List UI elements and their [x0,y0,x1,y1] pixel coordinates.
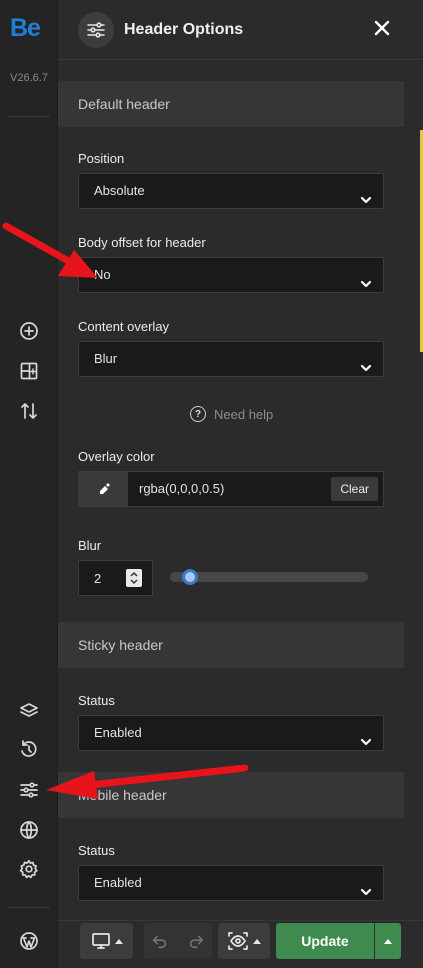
mobile-status-label: Status [78,843,115,858]
undo-icon[interactable] [151,932,169,950]
position-select[interactable]: Absolute [78,173,384,209]
chevron-down-icon [360,353,372,372]
body-offset-value: No [94,267,111,282]
content-overlay-select[interactable]: Blur [78,341,384,377]
caret-up-icon [384,938,392,944]
chevron-down-icon [360,185,372,204]
section-mobile-header[interactable]: Mobile header [58,772,404,818]
color-picker-icon[interactable] [79,472,128,506]
slider-handle[interactable] [181,569,198,585]
content-overlay-value: Blur [94,351,118,366]
blur-number-input[interactable]: 2 [78,560,153,596]
caret-up-icon [253,938,261,944]
need-help-link[interactable]: ? Need help [190,406,273,422]
sticky-status-select[interactable]: Enabled [78,715,384,751]
sliders-icon[interactable] [17,778,41,802]
content-overlay-label: Content overlay [78,319,170,334]
plus-circle-icon[interactable] [17,319,41,343]
sort-arrows-icon[interactable] [17,399,41,423]
position-value: Absolute [94,183,145,198]
overlay-color-value[interactable]: rgba(0,0,0,0.5) [139,481,224,496]
sticky-status-value: Enabled [94,725,142,740]
clear-button[interactable]: Clear [331,477,378,501]
chevron-down-icon [360,877,372,896]
overlay-color-field[interactable]: rgba(0,0,0,0.5) Clear [78,471,384,507]
section-default-header[interactable]: Default header [58,81,404,127]
device-preview-button[interactable] [80,923,133,959]
page-title: Header Options [124,21,244,38]
layers-icon[interactable] [17,699,41,723]
close-icon[interactable] [373,19,393,39]
mobile-status-select[interactable]: Enabled [78,865,384,901]
question-icon: ? [190,406,206,422]
update-options-button[interactable] [375,923,401,959]
layout-add-icon[interactable] [17,359,41,383]
rail-divider [8,907,50,908]
wordpress-icon[interactable] [17,929,41,953]
overlay-color-label: Overlay color [78,449,155,464]
position-label: Position [78,151,125,166]
spinner-icon[interactable] [126,569,142,587]
history-icon[interactable] [17,737,41,761]
version-label: V26.6.7 [10,72,48,84]
body-offset-label: Body offset for header [78,235,206,250]
monitor-icon [91,933,110,949]
blur-slider[interactable] [170,569,368,585]
eye-icon [228,932,248,950]
chevron-down-icon [360,269,372,288]
header-options-panel: Default header Position Absolute Body of… [58,61,423,920]
gear-icon[interactable] [17,857,41,881]
caret-up-icon [114,938,123,944]
bottom-toolbar: Update [58,920,423,968]
body-offset-select[interactable]: No [78,257,384,293]
sticky-status-label: Status [78,693,115,708]
blur-value: 2 [94,571,102,586]
rail-divider [8,116,50,117]
update-button[interactable]: Update [276,923,374,959]
preview-button[interactable] [218,923,270,959]
chevron-down-icon [360,727,372,746]
panel-header: Header Options [58,0,423,60]
need-help-text: Need help [214,406,274,422]
left-rail: Be V26.6.7 [0,0,58,968]
redo-icon[interactable] [187,932,205,950]
section-sticky-header[interactable]: Sticky header [58,622,404,668]
undo-redo-group [144,923,212,959]
globe-icon[interactable] [17,818,41,842]
mobile-status-value: Enabled [94,875,142,890]
blur-label: Blur [78,538,102,553]
sliders-icon [78,12,114,48]
app-logo[interactable]: Be [10,14,41,43]
